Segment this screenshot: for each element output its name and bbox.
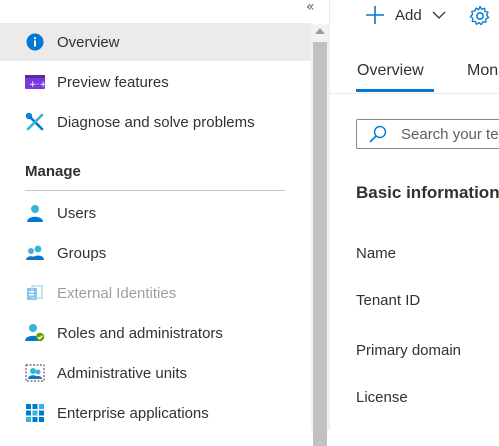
- nav-item-label: External Identities: [57, 284, 177, 302]
- manage-section-header: Manage: [25, 163, 81, 180]
- add-button[interactable]: Add: [365, 2, 446, 28]
- nav-item-label: Overview: [57, 33, 120, 51]
- nav-item-overview[interactable]: Overview: [0, 23, 311, 61]
- pane-divider: [329, 0, 330, 430]
- search-box[interactable]: [356, 119, 499, 149]
- property-label-primary-domain: Primary domain: [356, 342, 462, 359]
- active-tab-indicator: [356, 89, 434, 92]
- tab-divider: [330, 93, 499, 94]
- search-input[interactable]: [401, 125, 499, 143]
- tab-overview[interactable]: Overview: [357, 62, 424, 80]
- collapse-nav-button[interactable]: «: [306, 0, 326, 16]
- nav-item-label: Users: [57, 204, 97, 222]
- nav-item-label: Administrative units: [57, 364, 188, 382]
- property-label-tenant-id: Tenant ID: [356, 292, 421, 309]
- property-label-license: License: [356, 389, 408, 406]
- roles-icon: [24, 322, 46, 344]
- nav-item-admin-units[interactable]: Administrative units: [0, 354, 311, 392]
- nav-item-label: Enterprise applications: [57, 404, 209, 422]
- plus-icon: [366, 6, 384, 24]
- nav-item-external-identities[interactable]: External Identities: [0, 274, 311, 312]
- nav-scrollbar[interactable]: [311, 24, 329, 446]
- nav-item-users[interactable]: Users: [0, 194, 311, 232]
- groups-icon: [24, 242, 46, 264]
- chevron-down-icon: [432, 11, 446, 19]
- nav-item-label: Preview features: [57, 73, 169, 91]
- nav-item-label: Diagnose and solve problems: [57, 113, 255, 131]
- nav-item-groups[interactable]: Groups: [0, 234, 311, 272]
- tab-monitoring[interactable]: Mon: [467, 62, 498, 80]
- section-divider: [25, 190, 285, 191]
- add-button-label: Add: [395, 6, 422, 24]
- nav-item-enterprise-apps[interactable]: Enterprise applications: [0, 394, 311, 430]
- left-nav: Overview +·+ Preview features Diagnose a…: [0, 0, 311, 430]
- search-icon: [369, 125, 387, 143]
- preview-features-icon: +·+: [24, 71, 46, 93]
- property-label-name: Name: [356, 245, 397, 262]
- basic-information-title: Basic information: [356, 183, 499, 202]
- nav-item-label: Groups: [57, 244, 107, 262]
- nav-item-roles[interactable]: Roles and administrators: [0, 314, 311, 352]
- admin-units-icon: [24, 362, 46, 384]
- info-icon: [24, 31, 46, 53]
- nav-item-label: Roles and administrators: [57, 324, 223, 342]
- gear-icon[interactable]: [469, 5, 491, 27]
- svg-text:+·+: +·+: [29, 80, 45, 89]
- scrollbar-thumb[interactable]: [313, 42, 327, 446]
- enterprise-apps-icon: [24, 402, 46, 424]
- scroll-up-icon[interactable]: [315, 28, 325, 34]
- wrench-icon: [24, 111, 46, 133]
- user-icon: [24, 202, 46, 224]
- external-identities-icon: [24, 282, 46, 304]
- nav-item-diagnose[interactable]: Diagnose and solve problems: [0, 103, 311, 141]
- nav-item-preview-features[interactable]: +·+ Preview features: [0, 63, 311, 101]
